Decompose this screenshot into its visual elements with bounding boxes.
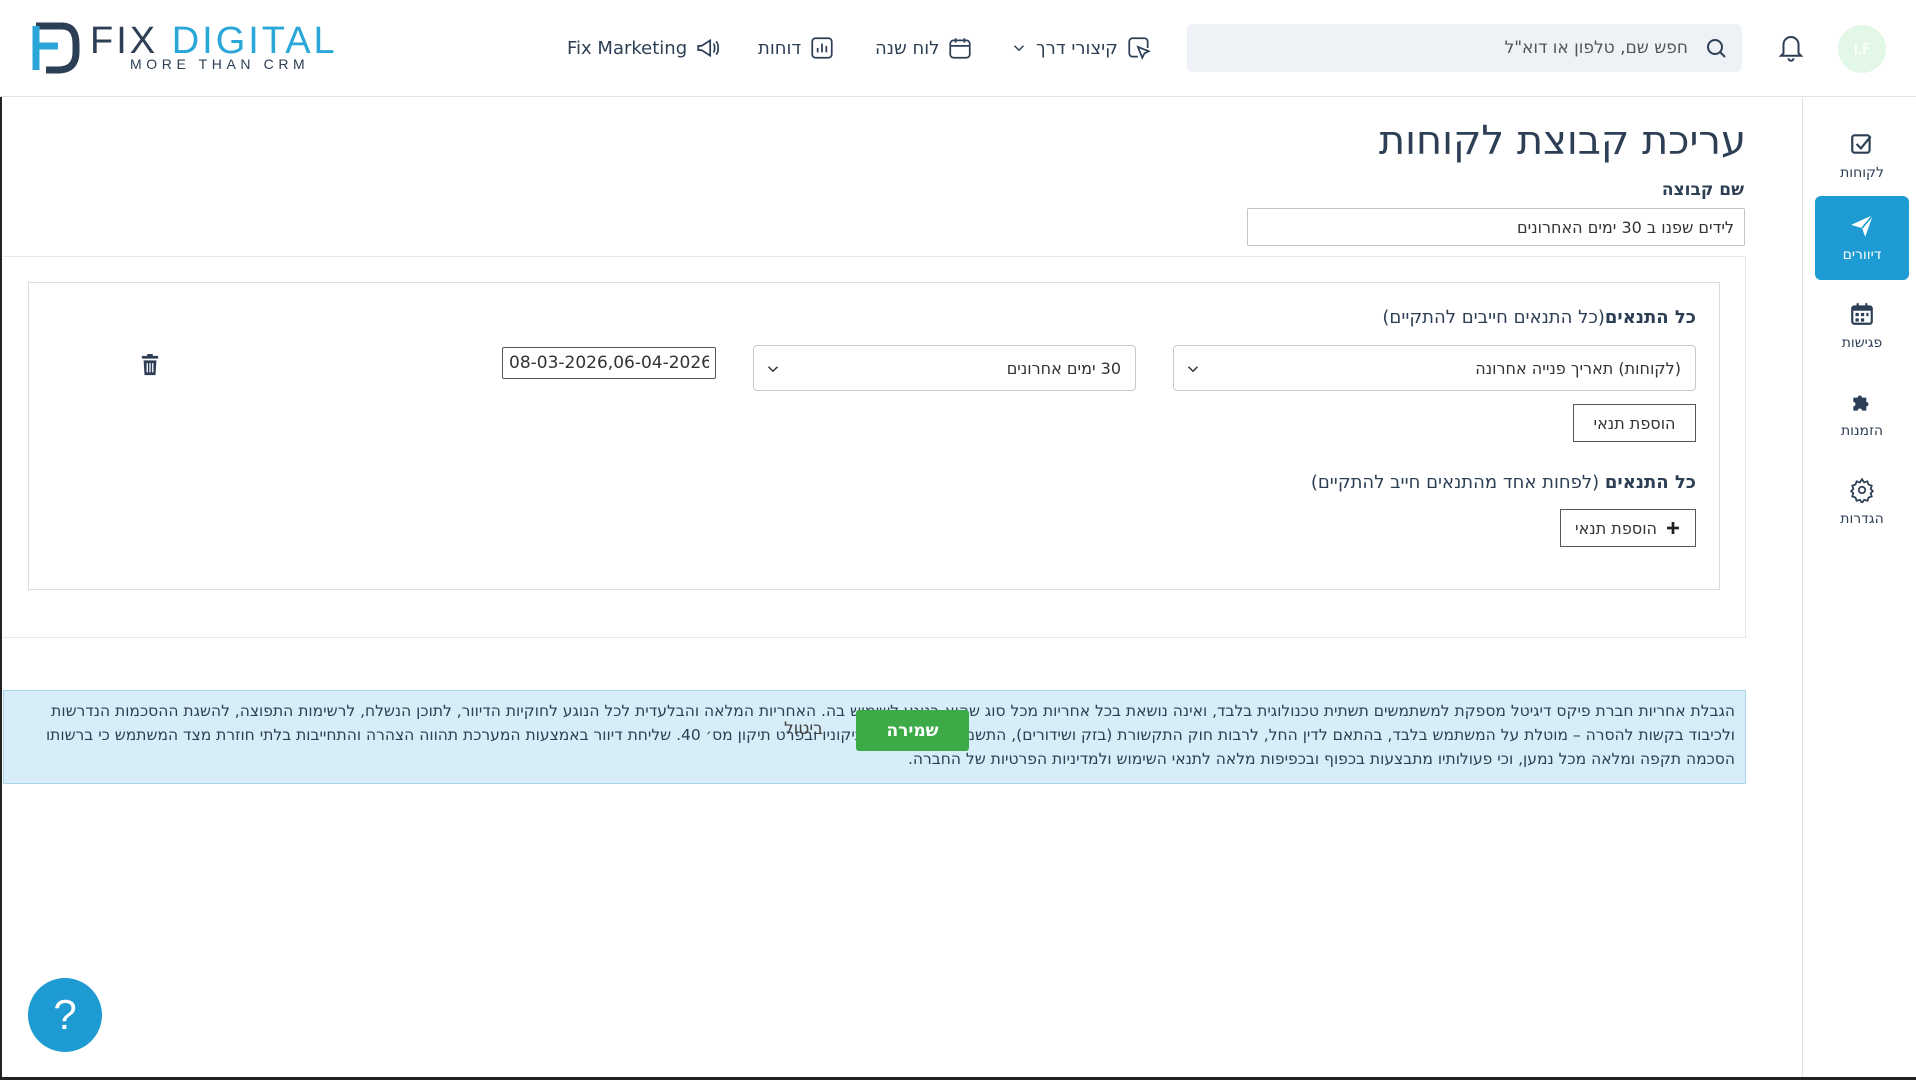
right-sidebar: לקוחות דיוורים פגישות הזמנות הגדרות (1802, 98, 1916, 1080)
calendar-grid-icon (1851, 303, 1873, 325)
chart-icon (811, 37, 833, 59)
all-conditions-heading: כל התנאים (1604, 307, 1696, 328)
chevron-down-icon (767, 366, 779, 373)
search-input[interactable] (1220, 24, 1690, 72)
cursor-click-icon (1128, 37, 1151, 60)
calendar-icon (949, 38, 971, 59)
trash-icon[interactable] (139, 353, 161, 377)
nav-fix-marketing-label: Fix Marketing (567, 37, 688, 59)
user-avatar[interactable]: LF (1838, 25, 1886, 73)
sidebar-item-customers[interactable]: לקוחות (1815, 114, 1909, 198)
bell-icon[interactable] (1776, 30, 1806, 64)
sidebar-item-meetings[interactable]: פגישות (1815, 284, 1909, 368)
nav-fix-marketing[interactable]: Fix Marketing (567, 34, 721, 62)
top-bar: FIX DIGITAL MORE THAN CRM Fix Marketing … (0, 0, 1916, 97)
gear-icon (1849, 477, 1875, 503)
sidebar-item-label: פגישות (1841, 335, 1883, 351)
conditions-box: כל התנאים(כל התנאים חייבים להתקיים) (לקו… (28, 282, 1720, 590)
all-conditions-title: כל התנאים(כל התנאים חייבים להתקיים) (1382, 307, 1696, 328)
condition-field-value: (לקוחות) תאריך פנייה אחרונה (1475, 358, 1681, 378)
add-condition-label: הוספת תנאי (1593, 413, 1676, 433)
save-button[interactable]: שמירה (856, 710, 969, 751)
nav-calendar[interactable]: לוח שנה (875, 34, 973, 62)
condition-date-range-input[interactable] (502, 347, 716, 379)
global-search[interactable] (1187, 24, 1742, 72)
plus-icon (1667, 522, 1679, 534)
any-conditions-heading: כל התנאים (1604, 472, 1696, 493)
sidebar-item-label: דיוורים (1842, 247, 1882, 263)
search-icon[interactable] (1704, 36, 1728, 60)
nav-reports[interactable]: דוחות (758, 34, 835, 62)
group-name-input[interactable] (1247, 208, 1745, 246)
logo-tagline: MORE THAN CRM (130, 56, 310, 72)
any-conditions-subtitle: (לפחות אחד מהתנאים חייב להתקיים) (1310, 472, 1600, 493)
chevron-down-icon (1187, 366, 1199, 373)
condition-operator-value: 30 ימים אחרונים (1006, 358, 1121, 378)
nav-calendar-label: לוח שנה (875, 37, 940, 59)
nav-shortcuts[interactable]: קיצורי דרך (1010, 34, 1152, 62)
sidebar-item-label: הגדרות (1840, 511, 1884, 527)
add-condition-any-button[interactable]: הוספת תנאי (1560, 509, 1696, 547)
add-condition-any-label: הוספת תנאי (1575, 518, 1657, 538)
group-name-label: שם קבוצה (1661, 180, 1744, 200)
logo-mark-icon (32, 22, 80, 74)
puzzle-icon (1853, 395, 1869, 411)
nav-shortcuts-label: קיצורי דרך (1036, 37, 1118, 59)
sidebar-item-settings[interactable]: הגדרות (1815, 460, 1909, 544)
paper-plane-icon (1851, 214, 1874, 237)
help-button[interactable]: ? (28, 978, 102, 1052)
condition-field-select[interactable]: (לקוחות) תאריך פנייה אחרונה (1173, 345, 1696, 391)
megaphone-icon (697, 38, 720, 58)
page-title: עריכת קבוצת לקוחות (1378, 118, 1746, 164)
any-conditions-title: כל התנאים (לפחות אחד מהתנאים חייב להתקיי… (1311, 472, 1696, 493)
chevron-down-icon (1013, 45, 1025, 52)
sidebar-item-orders[interactable]: הזמנות (1815, 372, 1909, 456)
add-condition-button[interactable]: הוספת תנאי (1573, 404, 1696, 442)
fix-digital-logo[interactable]: FIX DIGITAL MORE THAN CRM (32, 20, 352, 76)
all-conditions-subtitle: (כל התנאים חייבים להתקיים) (1382, 307, 1605, 328)
sidebar-item-label: לקוחות (1840, 165, 1884, 181)
cancel-button[interactable]: ביטול (778, 718, 829, 740)
sidebar-item-mailings[interactable]: דיוורים (1815, 196, 1909, 280)
checkbox-icon (1851, 134, 1872, 154)
sidebar-item-label: הזמנות (1840, 423, 1884, 439)
nav-reports-label: דוחות (758, 37, 802, 59)
condition-operator-select[interactable]: 30 ימים אחרונים (753, 345, 1136, 391)
main-content: עריכת קבוצת לקוחות שם קבוצה כל התנאים(כל… (0, 98, 1802, 1080)
